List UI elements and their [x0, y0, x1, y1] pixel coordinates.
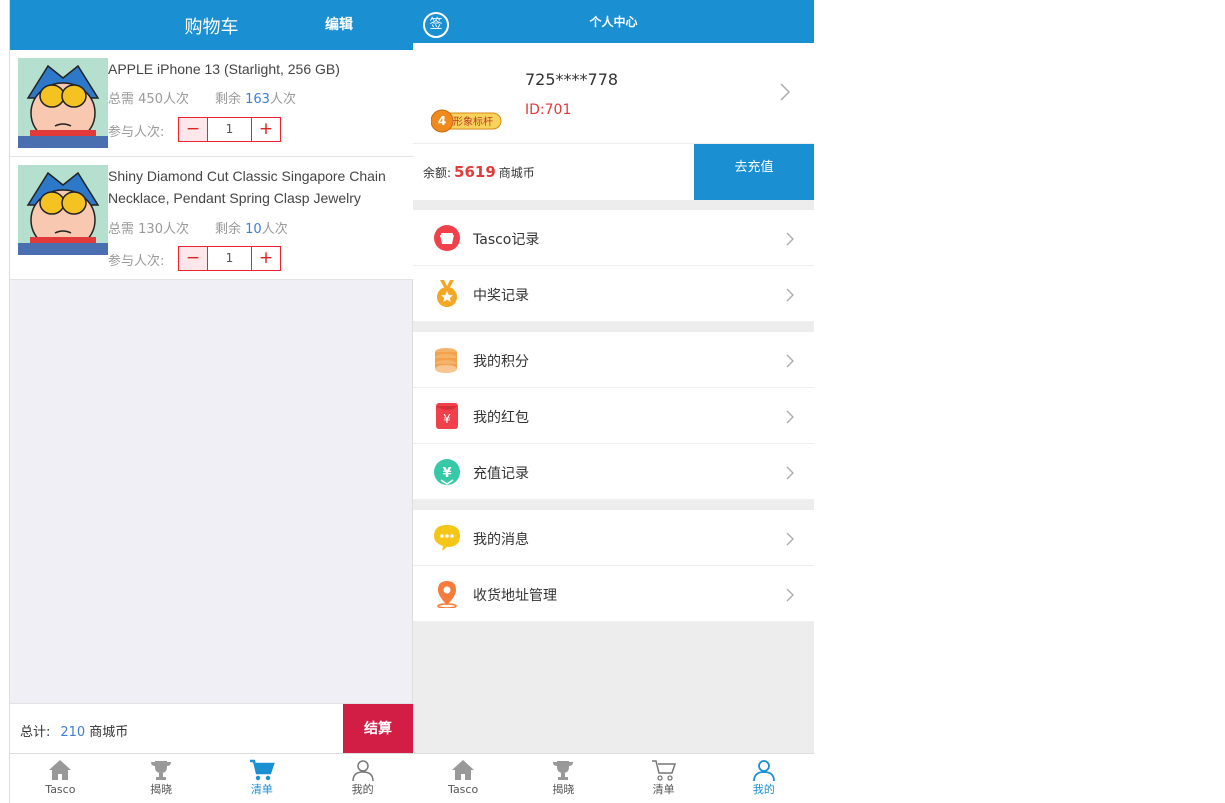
tab-cart[interactable]: 清单 [614, 754, 714, 803]
cart-icon [212, 758, 313, 784]
tab-home[interactable]: Tasco [413, 754, 513, 803]
svg-text:¥: ¥ [443, 412, 451, 426]
home-icon [10, 758, 111, 784]
decrement-button[interactable]: − [179, 118, 208, 141]
user-card[interactable]: 4 形象标杆 725****778 ID:701 [413, 43, 814, 144]
chevron-right-icon [786, 531, 794, 550]
recharge-icon: ¥ [433, 458, 461, 486]
trophy-icon [513, 758, 613, 784]
menu-item-recharge-records[interactable]: ¥ 充值记录 [413, 444, 814, 500]
record-icon [433, 224, 461, 252]
tab-results[interactable]: 揭晓 [111, 754, 212, 803]
quantity-input[interactable]: 1 [208, 118, 251, 141]
quantity-label: 参与人次: [108, 125, 165, 140]
tab-results[interactable]: 揭晓 [513, 754, 613, 803]
home-icon [413, 758, 513, 784]
cart-item: Shiny Diamond Cut Classic Singapore Chai… [10, 157, 413, 280]
increment-button[interactable]: + [251, 118, 280, 141]
bottom-tab-bar: Tasco 揭晓 清单 我的 [413, 753, 814, 803]
svg-text:¥: ¥ [442, 466, 451, 481]
product-image[interactable] [18, 165, 108, 255]
user-icon [714, 758, 814, 784]
chevron-right-icon [786, 231, 794, 250]
product-image[interactable] [18, 58, 108, 148]
menu-item-prize-records[interactable]: 中奖记录 [413, 266, 814, 322]
tab-home[interactable]: Tasco [10, 754, 111, 803]
medal-icon [433, 280, 461, 308]
tab-profile[interactable]: 我的 [714, 754, 814, 803]
chevron-right-icon [786, 409, 794, 428]
product-stats: 总需 130人次 剩余 10人次 [108, 222, 288, 237]
level-badge: 4 形象标杆 [430, 108, 503, 138]
red-envelope-icon: ¥ [433, 402, 461, 430]
profile-header: 签 个人中心 [413, 0, 814, 43]
chevron-right-icon [786, 465, 794, 484]
menu-item-messages[interactable]: 我的消息 [413, 510, 814, 566]
chevron-right-icon [786, 353, 794, 372]
cart-icon [614, 758, 714, 784]
chevron-right-icon [786, 287, 794, 306]
recharge-button[interactable]: 去充值 [694, 144, 814, 200]
user-phone: 725****778 [525, 70, 619, 89]
cart-item: APPLE iPhone 13 (Starlight, 256 GB) 总需 4… [10, 50, 413, 157]
cart-header: 购物车 编辑 [10, 0, 413, 50]
profile-title: 个人中心 [589, 15, 638, 29]
user-id: ID:701 [525, 102, 572, 118]
decrement-button[interactable]: − [179, 247, 208, 270]
bottom-tab-bar: Tasco 揭晓 清单 我的 [10, 753, 413, 803]
quantity-label: 参与人次: [108, 254, 165, 269]
checkout-button[interactable]: 结算 [343, 704, 413, 754]
product-name[interactable]: Shiny Diamond Cut Classic Singapore Chai… [108, 165, 408, 209]
product-stats: 总需 450人次 剩余 163人次 [108, 92, 296, 107]
menu-item-points[interactable]: 我的积分 [413, 332, 814, 388]
message-icon [433, 524, 461, 552]
quantity-stepper: − 1 + [178, 246, 281, 271]
tab-cart[interactable]: 清单 [212, 754, 313, 803]
location-icon [433, 580, 461, 609]
edit-button[interactable]: 编辑 [325, 14, 353, 34]
chevron-right-icon [786, 587, 794, 606]
tab-profile[interactable]: 我的 [312, 754, 413, 803]
balance-bar: 余额: 5619 商城币 去充值 [413, 144, 814, 200]
cart-total-bar: 总计: 210 商城币 结算 [10, 703, 413, 754]
menu-item-red-envelope[interactable]: ¥ 我的红包 [413, 388, 814, 444]
product-name[interactable]: APPLE iPhone 13 (Starlight, 256 GB) [108, 58, 408, 80]
cart-panel: 购物车 编辑 APPLE iPhone 13 (Starlight, 256 G… [9, 0, 413, 803]
menu-item-address[interactable]: 收货地址管理 [413, 566, 814, 622]
user-icon [312, 758, 413, 784]
increment-button[interactable]: + [251, 247, 280, 270]
svg-text:形象标杆: 形象标杆 [453, 116, 493, 128]
coins-icon [433, 346, 461, 374]
menu-item-tasco-records[interactable]: Tasco记录 [413, 210, 814, 266]
quantity-input[interactable]: 1 [208, 247, 251, 270]
profile-panel: 签 个人中心 4 形象标杆 725****778 ID:701 余额: 5619 商… [413, 0, 814, 803]
quantity-stepper: − 1 + [178, 117, 281, 142]
svg-text:4: 4 [438, 114, 446, 128]
chevron-right-icon [780, 83, 791, 105]
trophy-icon [111, 758, 212, 784]
balance-text: 余额: 5619 商城币 [423, 163, 535, 181]
cart-total: 总计: 210 商城币 [20, 725, 129, 740]
